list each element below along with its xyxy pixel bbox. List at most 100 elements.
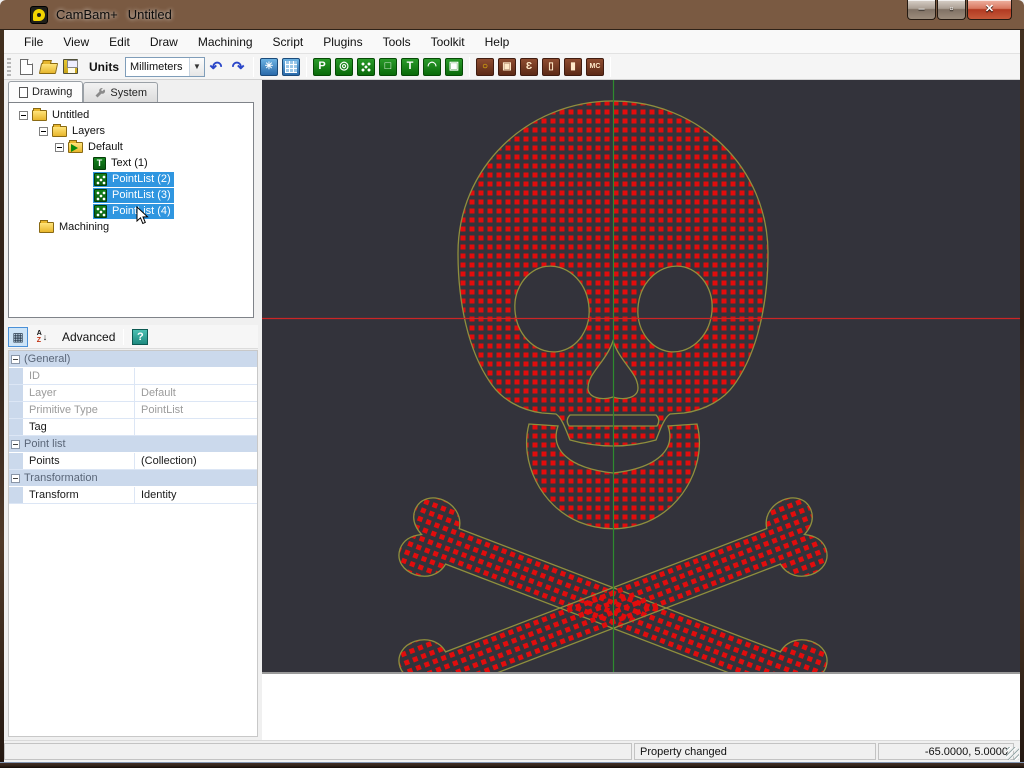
undo-icon: ↶ [210, 58, 223, 76]
collapse-icon[interactable] [39, 127, 48, 136]
tree-item-default-layer[interactable]: Default [9, 139, 253, 155]
menu-plugins[interactable]: Plugins [313, 32, 372, 52]
titlebar[interactable]: CamBam+ Untitled – ▫ ✕ [0, 0, 1024, 30]
units-value: Millimeters [126, 61, 189, 73]
save-file-button[interactable] [60, 57, 80, 77]
toolbar-separator [469, 57, 470, 77]
toolbar-separator [253, 57, 254, 77]
tree-item-pointlist-4[interactable]: PointList (4) [9, 203, 253, 219]
drawing-canvas[interactable] [262, 80, 1020, 672]
maximize-button[interactable]: ▫ [937, 0, 966, 20]
profile-mop-button[interactable]: ○ [476, 58, 494, 76]
toolbar: Units Millimeters ▼ ↶ ↷ ✳ P ◎ □ T ◠ ▣ ○ … [4, 54, 1020, 80]
cambam-logo-icon [30, 6, 48, 24]
redo-button[interactable]: ↷ [228, 57, 248, 77]
toolbar-separator [306, 57, 307, 77]
nc-file-button[interactable]: MC [586, 58, 604, 76]
property-row[interactable]: Points (Collection) [9, 453, 257, 470]
menu-machining[interactable]: Machining [188, 32, 263, 52]
tree-item-text-1[interactable]: T Text (1) [9, 155, 253, 171]
property-row[interactable]: Primitive Type PointList [9, 402, 257, 419]
units-combobox[interactable]: Millimeters ▼ [125, 57, 205, 77]
tab-drawing[interactable]: Drawing [8, 81, 83, 102]
help-icon: ? [137, 331, 144, 343]
open-file-button[interactable] [38, 57, 58, 77]
panel-tabs: Drawing System [8, 82, 158, 102]
menu-file[interactable]: File [14, 32, 53, 52]
status-section-left [4, 743, 632, 760]
draw-circle-button[interactable]: ◎ [335, 58, 353, 76]
draw-rectangle-icon: □ [385, 61, 392, 72]
engrave-mop-button[interactable]: Ɛ [520, 58, 538, 76]
draw-text-button[interactable]: T [401, 58, 419, 76]
window-border-left [0, 30, 4, 762]
property-row[interactable]: Layer Default [9, 385, 257, 402]
tree-item-label: PointList (2) [112, 173, 171, 185]
tab-system[interactable]: System [83, 82, 158, 102]
folder-icon [39, 222, 54, 233]
property-grid: (General) ID Layer Default Primitive Typ… [8, 350, 258, 737]
draw-rectangle-button[interactable]: □ [379, 58, 397, 76]
canvas-lower-blank [262, 672, 1020, 740]
undo-button[interactable]: ↶ [206, 57, 226, 77]
tree-item-machining[interactable]: Machining [9, 219, 253, 235]
draw-3d-button[interactable]: ▣ [445, 58, 463, 76]
menu-tools[interactable]: Tools [373, 32, 421, 52]
menu-toolkit[interactable]: Toolkit [421, 32, 475, 52]
property-category[interactable]: (General) [9, 351, 257, 368]
property-row[interactable]: Tag [9, 419, 257, 436]
menu-draw[interactable]: Draw [140, 32, 188, 52]
chevron-down-icon[interactable]: ▼ [189, 58, 204, 76]
collapse-icon[interactable] [55, 143, 64, 152]
alphabetical-sort-button[interactable]: AZ↓ [32, 327, 52, 347]
tree-item-label: Untitled [52, 109, 89, 121]
snap-points-button[interactable]: ✳ [260, 58, 278, 76]
nc-file-icon: MC [590, 63, 601, 70]
lathe-mop-button[interactable]: ▮ [564, 58, 582, 76]
drawing-tree[interactable]: Untitled Layers Default T Text (1) Point… [8, 102, 254, 318]
tree-item-label: Layers [72, 125, 105, 137]
collapse-icon[interactable] [11, 474, 20, 483]
tree-item-layers[interactable]: Layers [9, 123, 253, 139]
draw-arc-icon: ◠ [427, 61, 437, 72]
toolbar-grip[interactable] [7, 58, 11, 76]
draw-arc-button[interactable]: ◠ [423, 58, 441, 76]
property-category[interactable]: Transformation [9, 470, 257, 487]
categorized-view-button[interactable]: ▦ [8, 327, 28, 347]
collapse-icon[interactable] [19, 111, 28, 120]
property-row[interactable]: ID [9, 368, 257, 385]
tab-drawing-label: Drawing [32, 86, 72, 98]
advanced-toggle[interactable]: Advanced [62, 330, 115, 344]
menu-script[interactable]: Script [263, 32, 314, 52]
menu-help[interactable]: Help [475, 32, 520, 52]
grid-icon [285, 61, 297, 73]
new-file-button[interactable] [16, 57, 36, 77]
collapse-icon[interactable] [11, 440, 20, 449]
tree-item-label: PointList (4) [112, 205, 171, 217]
pocket-mop-button[interactable]: ▣ [498, 58, 516, 76]
help-button[interactable]: ? [132, 329, 148, 345]
close-button[interactable]: ✕ [967, 0, 1012, 20]
new-file-icon [20, 59, 33, 75]
tree-item-pointlist-3[interactable]: PointList (3) [9, 187, 253, 203]
menu-view[interactable]: View [53, 32, 99, 52]
resize-grip-icon[interactable] [1006, 747, 1019, 760]
tab-system-label: System [110, 87, 147, 99]
draw-pointlist-button[interactable] [357, 58, 375, 76]
tree-item-untitled[interactable]: Untitled [9, 107, 253, 123]
property-category[interactable]: Point list [9, 436, 257, 453]
tree-item-pointlist-2[interactable]: PointList (2) [9, 171, 253, 187]
draw-circle-icon: ◎ [339, 61, 349, 72]
collapse-icon[interactable] [11, 355, 20, 364]
grid-toggle-button[interactable] [282, 58, 300, 76]
menu-edit[interactable]: Edit [99, 32, 140, 52]
property-row[interactable]: Transform Identity [9, 487, 257, 504]
lathe-mop-icon: ▮ [570, 62, 576, 72]
draw-polyline-button[interactable]: P [313, 58, 331, 76]
category-label: Transformation [24, 472, 98, 484]
menubar: File View Edit Draw Machining Script Plu… [4, 30, 1020, 54]
minimize-button[interactable]: – [907, 0, 936, 20]
drill-mop-button[interactable]: ▯ [542, 58, 560, 76]
canvas-area [262, 80, 1020, 740]
redo-icon: ↷ [232, 58, 245, 76]
